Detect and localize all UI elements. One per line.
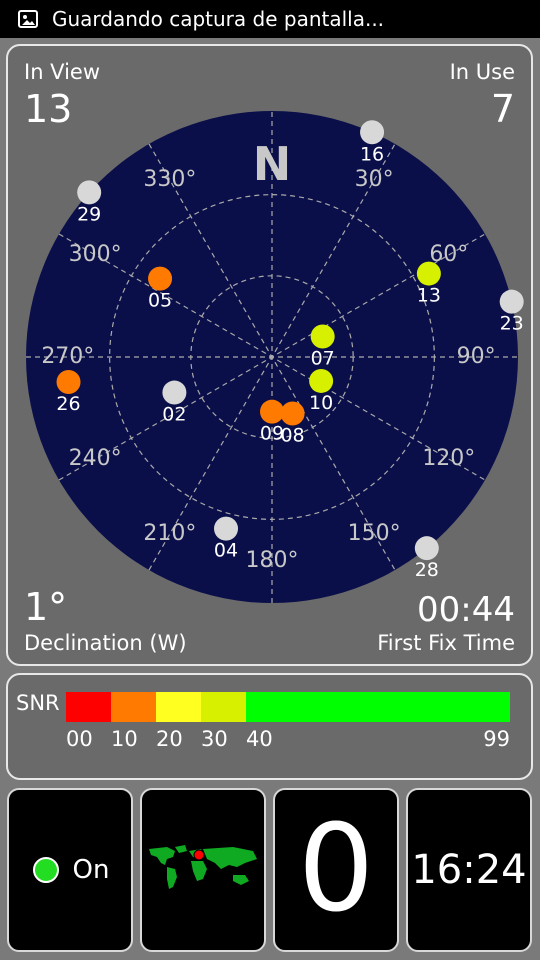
declination-value: 1° xyxy=(24,585,68,629)
snr-segment xyxy=(156,692,201,722)
snr-legend-panel: SNR 00 10 20 30 40 99 xyxy=(6,673,533,780)
satellite-id-label: 05 xyxy=(148,290,172,312)
gps-status-dot-icon xyxy=(32,857,59,883)
snr-segment xyxy=(246,692,510,722)
counter-value: 0 xyxy=(297,800,375,939)
satellite-marker xyxy=(280,401,305,426)
screenshot-image-icon xyxy=(18,10,38,28)
counter-tile[interactable]: 0 xyxy=(273,788,399,952)
satellite-marker xyxy=(56,369,81,394)
snr-segment xyxy=(201,692,246,722)
snr-tick-labels: 00 10 20 30 40 99 xyxy=(66,727,510,755)
satellite-id-label: 02 xyxy=(162,404,186,426)
snr-label: SNR xyxy=(16,691,60,715)
satellite-marker xyxy=(214,516,239,541)
satellite-marker xyxy=(309,368,334,393)
bearing-label: 270° xyxy=(41,344,94,369)
bearing-label: 60° xyxy=(429,242,468,267)
gps-toggle-tile[interactable]: On xyxy=(7,788,133,952)
satellite-id-label: 29 xyxy=(77,203,101,225)
snr-segment xyxy=(111,692,156,722)
snr-tick: 20 xyxy=(156,727,183,751)
snr-tick: 30 xyxy=(201,727,228,751)
satellite-marker xyxy=(416,261,441,286)
sky-view-panel: In View 13 In Use 7 N 30° 60° 90° 120° 150° 18… xyxy=(6,44,533,666)
satellite-marker xyxy=(162,380,187,405)
bearing-label: 150° xyxy=(348,521,401,546)
gps-state-label: On xyxy=(72,855,110,885)
bearing-label: 180° xyxy=(246,548,299,573)
first-fix-time-label: First Fix Time xyxy=(377,631,515,655)
satellite-id-label: 26 xyxy=(56,393,80,415)
clock-tile[interactable]: 16:24 xyxy=(406,788,532,952)
snr-tick: 99 xyxy=(483,727,510,751)
bearing-label: 90° xyxy=(457,344,496,369)
bearing-label: 240° xyxy=(69,446,122,471)
bearing-label: 300° xyxy=(69,242,122,267)
snr-tick: 00 xyxy=(66,727,93,751)
status-bar: Guardando captura de pantalla... xyxy=(0,0,540,38)
snr-tick: 40 xyxy=(246,727,273,751)
bearing-label: 120° xyxy=(422,446,475,471)
snr-segment xyxy=(66,692,111,722)
bearing-label: 210° xyxy=(143,521,196,546)
satellite-id-label: 08 xyxy=(280,425,304,447)
satellite-id-label: 07 xyxy=(311,348,335,370)
satellite-marker xyxy=(414,536,439,561)
satellite-marker xyxy=(260,399,284,424)
satellite-marker xyxy=(499,289,524,314)
world-map-icon xyxy=(145,845,261,895)
satellite-marker xyxy=(148,266,173,291)
bearing-label: 30° xyxy=(355,167,394,192)
satellite-marker xyxy=(77,180,102,205)
clock-value: 16:24 xyxy=(411,847,527,893)
bearing-label: 330° xyxy=(143,167,196,192)
snr-tick: 10 xyxy=(111,727,138,751)
satellite-id-label: 13 xyxy=(417,285,441,307)
first-fix-time-value: 00:44 xyxy=(417,590,515,630)
satellite-id-label: 23 xyxy=(500,313,524,335)
north-label: N xyxy=(253,137,292,191)
satellite-id-label: 10 xyxy=(309,392,333,414)
satellite-id-label: 16 xyxy=(360,143,384,165)
status-notification-text: Guardando captura de pantalla... xyxy=(52,7,385,31)
satellite-marker xyxy=(310,324,335,349)
declination-label: Declination (W) xyxy=(24,631,187,655)
snr-color-scale xyxy=(66,692,510,722)
sky-plot: N 30° 60° 90° 120° 150° 180° 210° 240° 270° 300° 33… xyxy=(26,111,524,603)
satellite-marker xyxy=(360,120,385,145)
satellite-id-label: 04 xyxy=(214,540,238,562)
satellite-id-label: 28 xyxy=(415,559,439,581)
world-map-tile[interactable] xyxy=(140,788,266,952)
